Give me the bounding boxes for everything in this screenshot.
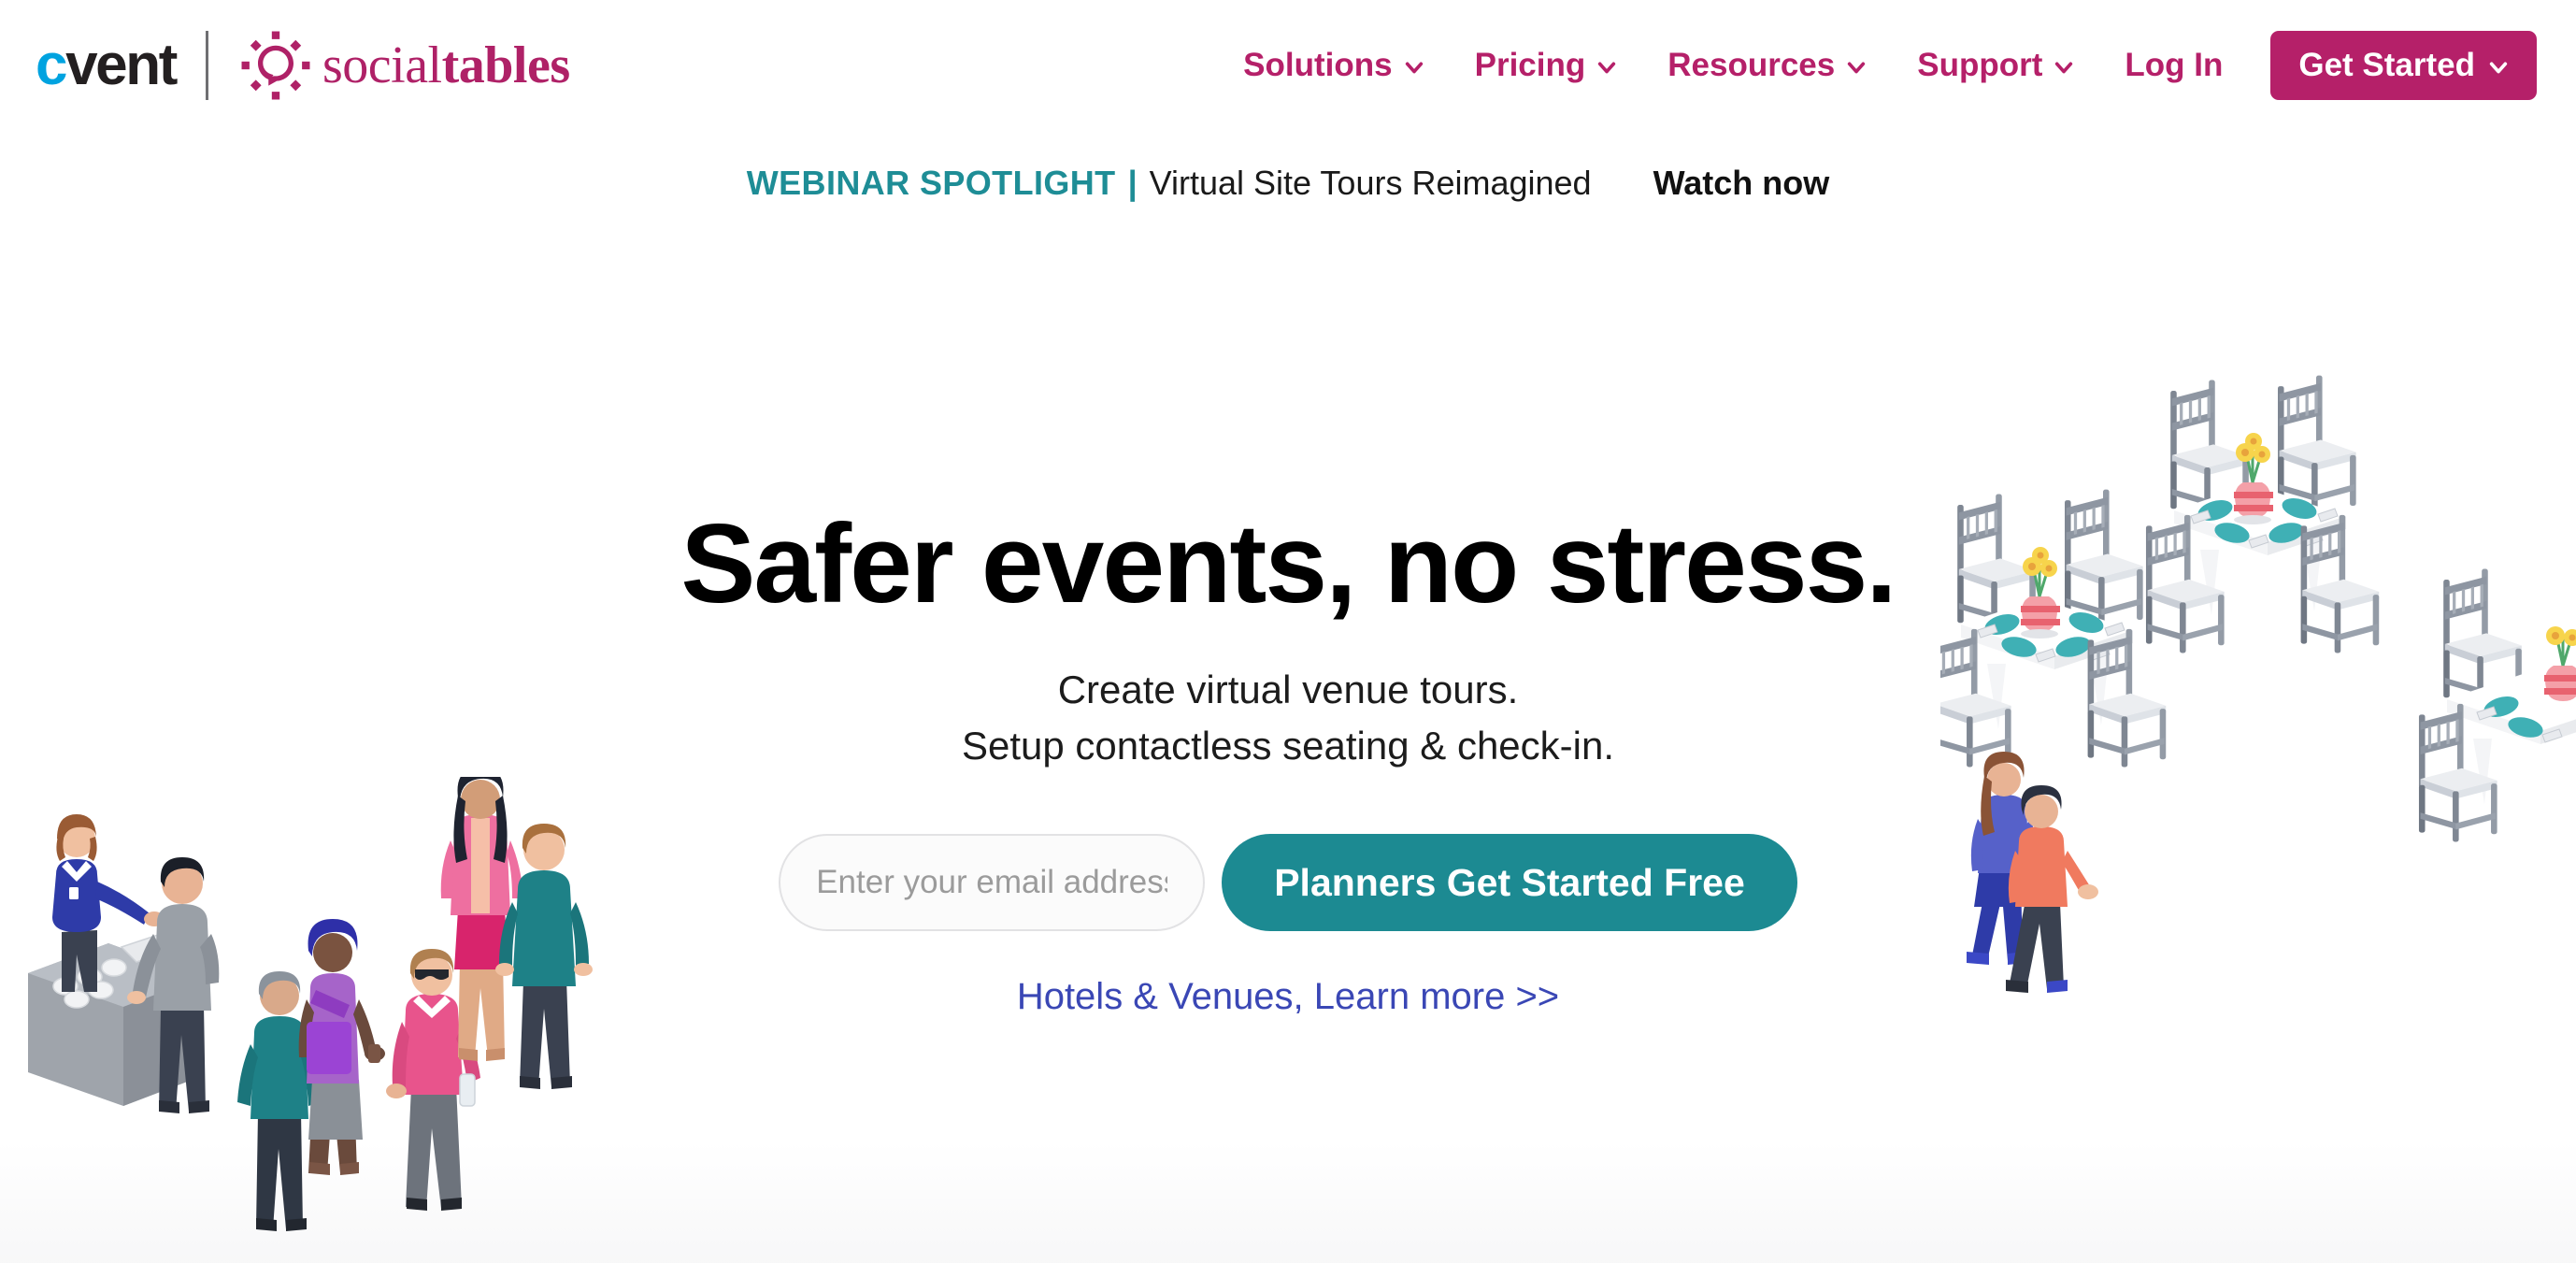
chevron-down-icon — [2488, 57, 2509, 78]
tables-word: tables — [441, 36, 571, 94]
banquet-table-c — [2418, 568, 2576, 842]
watch-now-link[interactable]: Watch now — [1653, 166, 1830, 200]
cvent-c-letter: c — [36, 33, 68, 97]
registration-desk — [28, 933, 202, 1106]
webinar-spotlight-label: WEBINAR SPOTLIGHT — [746, 164, 1116, 202]
get-started-button[interactable]: Get Started — [2270, 31, 2537, 100]
nav-item-solutions[interactable]: Solutions — [1218, 47, 1449, 84]
chevron-down-icon — [1846, 57, 1867, 78]
centerpiece-vase — [2544, 626, 2576, 701]
hero-subtitle-line-2: Setup contactless seating & check-in. — [961, 724, 1615, 768]
webinar-banner-inner: WEBINAR SPOTLIGHT | Virtual Site Tours R… — [747, 166, 1829, 200]
signup-form: Planners Get Started Free — [494, 834, 2082, 932]
nav-item-pricing[interactable]: Pricing — [1450, 47, 1643, 84]
email-input[interactable] — [779, 834, 1206, 932]
main-navigation: Solutions Pricing Resources Support Log — [1218, 21, 2537, 110]
guest-man-grey — [127, 857, 220, 1113]
webinar-pipe-separator: | — [1127, 164, 1138, 202]
nav-item-solutions-label: Solutions — [1243, 47, 1393, 83]
hero-content: Safer events, no stress. Create virtual … — [494, 505, 2082, 1018]
page-title: Safer events, no stress. — [680, 501, 1896, 626]
socialtables-lightbulb-icon — [240, 30, 311, 101]
brand-logo-link[interactable]: c vent socialtables — [36, 26, 570, 105]
staff-woman — [52, 814, 165, 992]
nav-item-resources[interactable]: Resources — [1642, 47, 1892, 84]
brand-divider — [205, 31, 208, 100]
nav-item-log-in-label: Log In — [2125, 47, 2224, 83]
nav-item-support-label: Support — [1917, 47, 2043, 83]
hero-subtitle-line-1: Create virtual venue tours. — [1057, 667, 1519, 711]
social-word: social — [322, 36, 442, 94]
site-header: c vent socialtables Solutions Pricing Re… — [0, 0, 2576, 131]
webinar-spotlight-banner: WEBINAR SPOTLIGHT | Virtual Site Tours R… — [0, 166, 2576, 200]
cvent-wordmark: c vent — [36, 33, 178, 97]
guest-woman-purple — [298, 919, 385, 1175]
nav-item-resources-label: Resources — [1667, 47, 1836, 83]
chevron-down-icon — [2054, 57, 2074, 78]
banquet-table-a — [2145, 375, 2380, 653]
nav-item-support[interactable]: Support — [1892, 47, 2099, 84]
guest-man-pink — [386, 949, 480, 1211]
guest-man-teal — [237, 971, 322, 1231]
get-started-label: Get Started — [2298, 47, 2475, 83]
planners-get-started-button[interactable]: Planners Get Started Free — [1222, 834, 1797, 932]
cvent-rest-letters: vent — [65, 33, 178, 97]
socialtables-wordmark: socialtables — [322, 39, 570, 92]
nav-item-pricing-label: Pricing — [1474, 47, 1586, 83]
hotels-venues-learn-more-link[interactable]: Hotels & Venues, Learn more >> — [1017, 976, 1559, 1018]
webinar-title: Virtual Site Tours Reimagined — [1149, 164, 1592, 202]
chevron-down-icon — [1596, 57, 1617, 78]
nav-item-log-in[interactable]: Log In — [2099, 47, 2248, 84]
chevron-down-icon — [1404, 57, 1424, 78]
centerpiece-vase — [2234, 433, 2273, 524]
hero-subtitle: Create virtual venue tours. Setup contac… — [494, 662, 2082, 774]
